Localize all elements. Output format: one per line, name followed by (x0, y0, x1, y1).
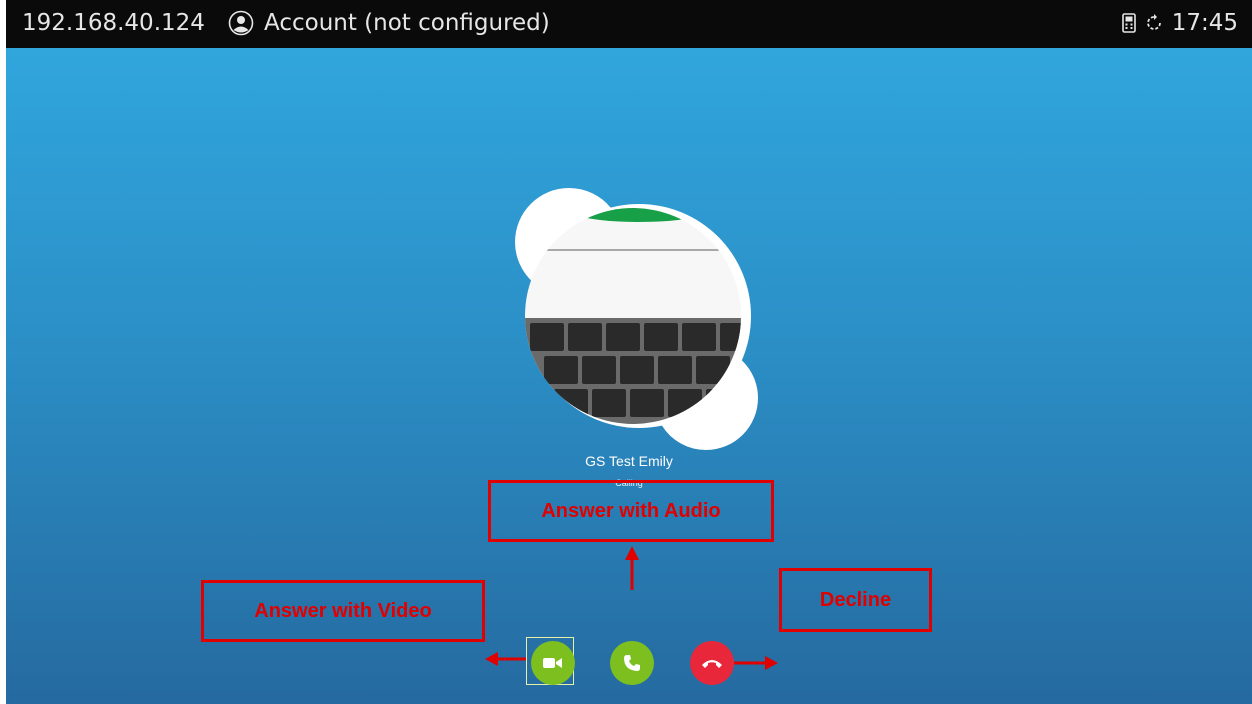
answer-video-button[interactable] (531, 641, 575, 685)
sync-icon (1146, 14, 1161, 30)
clock: 17:45 (1171, 10, 1238, 36)
annotation-answer-video: Answer with Video (201, 580, 485, 642)
annotation-answer-audio: Answer with Audio (488, 480, 774, 542)
annotation-decline: Decline (779, 568, 932, 632)
phone-icon (624, 655, 640, 671)
hang-up-icon (702, 660, 722, 668)
status-bar: 192.168.40.124 Account (not configured) … (6, 0, 1252, 48)
caller-name: GS Test Emily (585, 453, 673, 469)
status-icons: 17:45 (1121, 10, 1238, 36)
incoming-call-area: GS Test Emily Calling (6, 48, 1252, 704)
call-screen: 192.168.40.124 Account (not configured) … (6, 0, 1252, 704)
caller-avatar (515, 188, 758, 450)
account-icon (228, 10, 254, 36)
phone-device-icon (1121, 13, 1136, 33)
account-label: Account (not configured) (264, 10, 550, 36)
video-camera-icon (543, 658, 562, 668)
answer-audio-button[interactable] (610, 641, 654, 685)
ip-address: 192.168.40.124 (22, 10, 205, 36)
decline-button[interactable] (690, 641, 734, 685)
